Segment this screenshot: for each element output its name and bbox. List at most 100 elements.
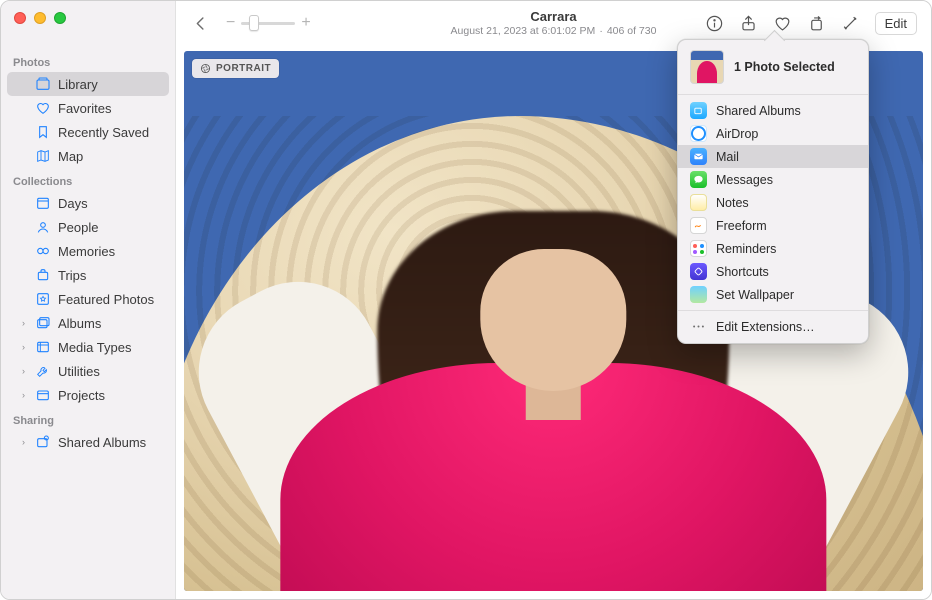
sidebar-item-featured-photos[interactable]: Featured Photos (7, 287, 169, 311)
sidebar-item-days[interactable]: Days (7, 191, 169, 215)
rotate-button[interactable] (807, 13, 827, 33)
zoom-track[interactable] (241, 22, 295, 25)
sidebar-item-label: Media Types (58, 340, 131, 355)
sidebar-item-shared-albums[interactable]: › Shared Albums (7, 430, 169, 454)
chevron-right-icon[interactable]: › (19, 342, 28, 352)
share-item-label: Shared Albums (716, 104, 801, 118)
sidebar-item-favorites[interactable]: Favorites (7, 96, 169, 120)
share-item-label: Notes (716, 196, 749, 210)
close-window-button[interactable] (14, 12, 26, 24)
sidebar-item-memories[interactable]: Memories (7, 239, 169, 263)
aperture-icon (200, 63, 211, 74)
share-item-label: Messages (716, 173, 773, 187)
portrait-badge: PORTRAIT (192, 59, 279, 78)
sidebar-item-label: Projects (58, 388, 105, 403)
chevron-right-icon[interactable]: › (19, 390, 28, 400)
reminders-icon (690, 240, 707, 257)
portrait-badge-label: PORTRAIT (216, 63, 271, 74)
star-square-icon (35, 291, 51, 307)
shared-albums-icon (690, 102, 707, 119)
airdrop-icon (690, 125, 707, 142)
share-item-mail[interactable]: Mail (678, 145, 868, 168)
zoom-out-icon[interactable]: − (226, 14, 235, 32)
sidebar-item-albums[interactable]: › Albums (7, 311, 169, 335)
share-menu-thumbnail (690, 50, 724, 84)
chevron-right-icon[interactable]: › (19, 366, 28, 376)
sidebar-item-recently-saved[interactable]: Recently Saved (7, 120, 169, 144)
zoom-thumb[interactable] (249, 15, 259, 31)
chevron-right-icon[interactable]: › (19, 318, 28, 328)
shared-albums-icon (35, 434, 51, 450)
share-item-shortcuts[interactable]: Shortcuts (678, 260, 868, 283)
minimize-window-button[interactable] (34, 12, 46, 24)
window-controls (14, 12, 66, 24)
bookmark-icon (35, 124, 51, 140)
sidebar-item-utilities[interactable]: › Utilities (7, 359, 169, 383)
sidebar-item-library[interactable]: Library (7, 72, 169, 96)
share-menu: 1 Photo Selected Shared Albums AirDrop M… (677, 39, 869, 344)
auto-enhance-button[interactable] (841, 13, 861, 33)
zoom-in-icon[interactable]: + (301, 14, 310, 32)
notes-icon (690, 194, 707, 211)
sidebar-item-label: Shared Albums (58, 435, 146, 450)
sidebar-item-map[interactable]: Map (7, 144, 169, 168)
sidebar-item-projects[interactable]: › Projects (7, 383, 169, 407)
sidebar: Photos Library Favorites Recently Saved … (1, 1, 176, 599)
sidebar-item-label: Map (58, 149, 83, 164)
sidebar-item-media-types[interactable]: › Media Types (7, 335, 169, 359)
info-button[interactable] (705, 13, 725, 33)
share-item-label: Freeform (716, 219, 767, 233)
share-item-label: AirDrop (716, 127, 758, 141)
sidebar-section-sharing: Sharing (1, 407, 175, 430)
sidebar-item-label: People (58, 220, 98, 235)
share-item-freeform[interactable]: Freeform (678, 214, 868, 237)
share-item-label: Reminders (716, 242, 776, 256)
chevron-right-icon[interactable]: › (19, 437, 28, 447)
main-content: − + Carrara August 21, 2023 at 6:01:02 P… (176, 1, 931, 599)
sidebar-item-label: Albums (58, 316, 101, 331)
back-button[interactable] (190, 13, 210, 33)
sidebar-item-label: Trips (58, 268, 86, 283)
toolbar-title-area: Carrara August 21, 2023 at 6:01:02 PM·40… (451, 9, 657, 37)
maximize-window-button[interactable] (54, 12, 66, 24)
share-menu-title: 1 Photo Selected (734, 60, 835, 74)
share-item-label: Set Wallpaper (716, 288, 794, 302)
sidebar-item-label: Favorites (58, 101, 111, 116)
sidebar-item-people[interactable]: People (7, 215, 169, 239)
photo-date: August 21, 2023 at 6:01:02 PM (451, 25, 596, 37)
edit-button[interactable]: Edit (875, 12, 917, 35)
share-button[interactable] (739, 13, 759, 33)
sidebar-section-photos: Photos (1, 49, 175, 72)
people-icon (35, 219, 51, 235)
heart-icon (35, 100, 51, 116)
share-item-messages[interactable]: Messages (678, 168, 868, 191)
projects-icon (35, 387, 51, 403)
mail-icon (690, 148, 707, 165)
sidebar-section-collections: Collections (1, 168, 175, 191)
sidebar-item-label: Utilities (58, 364, 100, 379)
map-icon (35, 148, 51, 164)
share-item-label: Mail (716, 150, 739, 164)
share-item-edit-extensions[interactable]: Edit Extensions… (678, 315, 868, 338)
library-icon (35, 76, 51, 92)
media-types-icon (35, 339, 51, 355)
wallpaper-icon (690, 286, 707, 303)
share-item-notes[interactable]: Notes (678, 191, 868, 214)
messages-icon (690, 171, 707, 188)
sidebar-item-trips[interactable]: Trips (7, 263, 169, 287)
sidebar-item-label: Featured Photos (58, 292, 154, 307)
sidebar-item-label: Memories (58, 244, 115, 259)
photo-position: 406 of 730 (607, 25, 657, 37)
zoom-slider[interactable]: − + (226, 14, 311, 32)
suitcase-icon (35, 267, 51, 283)
share-item-label: Shortcuts (716, 265, 769, 279)
share-item-airdrop[interactable]: AirDrop (678, 122, 868, 145)
share-item-shared-albums[interactable]: Shared Albums (678, 99, 868, 122)
share-item-set-wallpaper[interactable]: Set Wallpaper (678, 283, 868, 306)
freeform-icon (690, 217, 707, 234)
photo-title: Carrara (451, 9, 657, 25)
extensions-icon (690, 318, 707, 335)
albums-icon (35, 315, 51, 331)
share-item-reminders[interactable]: Reminders (678, 237, 868, 260)
sidebar-item-label: Recently Saved (58, 125, 149, 140)
